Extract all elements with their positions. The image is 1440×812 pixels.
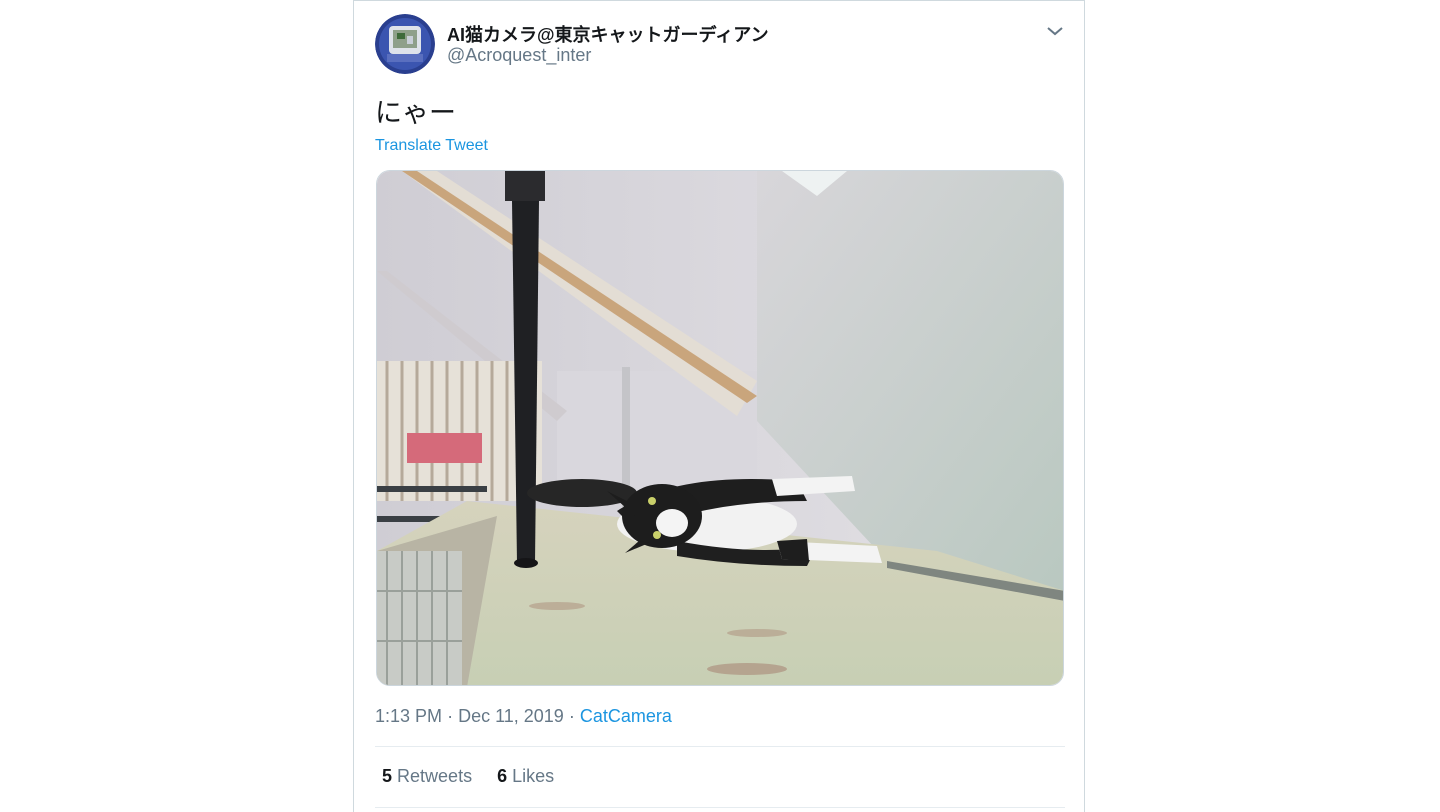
translate-tweet-link[interactable]: Translate Tweet bbox=[375, 137, 488, 155]
avatar[interactable] bbox=[375, 14, 435, 74]
meta-separator: · bbox=[447, 706, 454, 726]
meta-separator: · bbox=[568, 706, 575, 726]
retweets-count: 5 bbox=[382, 766, 393, 786]
display-name[interactable]: AI猫カメラ@東京キャットガーディアン bbox=[447, 21, 769, 47]
tweet-card: AI猫カメラ@東京キャットガーディアン @Acroquest_inter にゃー… bbox=[353, 0, 1085, 812]
user-handle[interactable]: @Acroquest_inter bbox=[447, 45, 591, 66]
tweet-date[interactable]: Dec 11, 2019 bbox=[458, 706, 564, 726]
divider bbox=[375, 807, 1065, 808]
tweet-stats: 5 Retweets 6 Likes bbox=[382, 766, 574, 787]
divider bbox=[375, 746, 1065, 747]
tweet-source-link[interactable]: CatCamera bbox=[580, 706, 672, 726]
likes-label: Likes bbox=[512, 766, 555, 786]
tweet-text: にゃー bbox=[375, 98, 456, 128]
retweets-stat[interactable]: 5 Retweets bbox=[382, 766, 472, 786]
retweets-label: Retweets bbox=[397, 766, 473, 786]
chevron-down-icon[interactable] bbox=[1044, 21, 1066, 41]
tweet-meta: 1:13 PM · Dec 11, 2019 · CatCamera bbox=[375, 706, 672, 727]
likes-stat[interactable]: 6 Likes bbox=[497, 766, 554, 786]
likes-count: 6 bbox=[497, 766, 508, 786]
tweet-time[interactable]: 1:13 PM bbox=[375, 706, 442, 726]
tweet-photo[interactable] bbox=[376, 170, 1064, 686]
